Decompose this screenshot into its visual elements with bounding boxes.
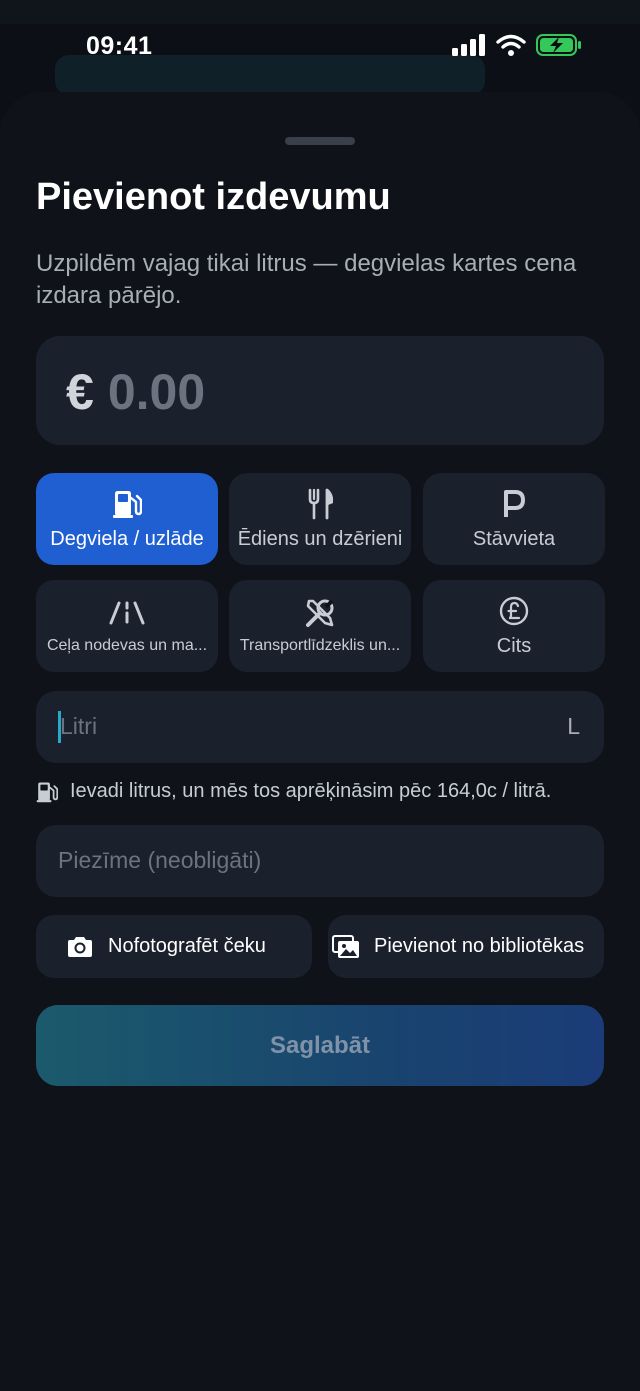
camera-icon [68,936,92,957]
hint-text: Ievadi litrus, un mēs tos aprēķināsim pē… [70,780,552,802]
wrench-screwdriver-icon [304,597,336,629]
category-label: Stāvvieta [472,527,556,550]
status-bar: 09:41 [0,0,640,92]
liters-unit: L [567,713,580,739]
sheet-grabber[interactable] [285,137,355,145]
add-expense-sheet: Pievienot izdevumu Uzpildēm vajag tikai … [0,92,640,1391]
amount-display: € 0.00 [66,363,205,421]
save-label: Saglabāt [269,1031,371,1059]
battery-charging-icon [536,34,581,56]
road-icon [107,597,147,629]
take-photo-label: Nofotografēt čeku [108,935,266,957]
category-label: Cits [496,634,532,657]
pound-coin-icon [499,595,529,627]
category-label: Transportlīdzeklis un... [239,637,401,654]
cellular-signal-icon [452,34,485,56]
wifi-icon [496,34,526,56]
amount-input[interactable]: € 0.00 [36,336,604,445]
liters-input[interactable]: Litri L [36,691,604,763]
fork-knife-icon [307,488,333,520]
add-from-library-label: Pievienot no bibliotēkas [374,935,585,957]
category-other[interactable]: Cits [423,580,605,672]
status-time: 09:41 [86,32,153,60]
category-label: Ēdiens un dzērieni [237,527,403,550]
status-icons [452,34,582,56]
category-tolls[interactable]: Ceļa nodevas un ma... [36,580,218,672]
category-vehicle[interactable]: Transportlīdzeklis un... [229,580,411,672]
category-food[interactable]: Ēdiens un dzērieni [229,473,411,565]
add-from-library-button[interactable]: Pievienot no bibliotēkas [328,915,604,978]
amount-value: 0.00 [107,364,206,420]
fuel-pump-small-icon [36,781,58,802]
fuel-price-hint: Ievadi litrus, un mēs tos aprēķināsim pē… [36,780,551,803]
category-label: Degviela / uzlāde [50,527,204,550]
take-photo-button[interactable]: Nofotografēt čeku [36,915,312,978]
parking-icon [502,488,526,520]
note-placeholder: Piezīme (neobligāti) [58,847,262,873]
category-fuel[interactable]: Degviela / uzlāde [36,473,218,565]
photo-library-icon [332,934,359,958]
liters-placeholder: Litri [60,713,98,739]
sheet-subtitle: Uzpildēm vajag tikai litrus — degvielas … [36,250,577,309]
fuel-pump-icon [112,488,142,520]
save-button[interactable]: Saglabāt [36,1005,604,1086]
sheet-title: Pievienot izdevumu [36,176,391,218]
currency-symbol: € [66,364,94,420]
note-input[interactable]: Piezīme (neobligāti) [36,825,604,897]
category-parking[interactable]: Stāvvieta [423,473,605,565]
category-label: Ceļa nodevas un ma... [46,637,208,654]
